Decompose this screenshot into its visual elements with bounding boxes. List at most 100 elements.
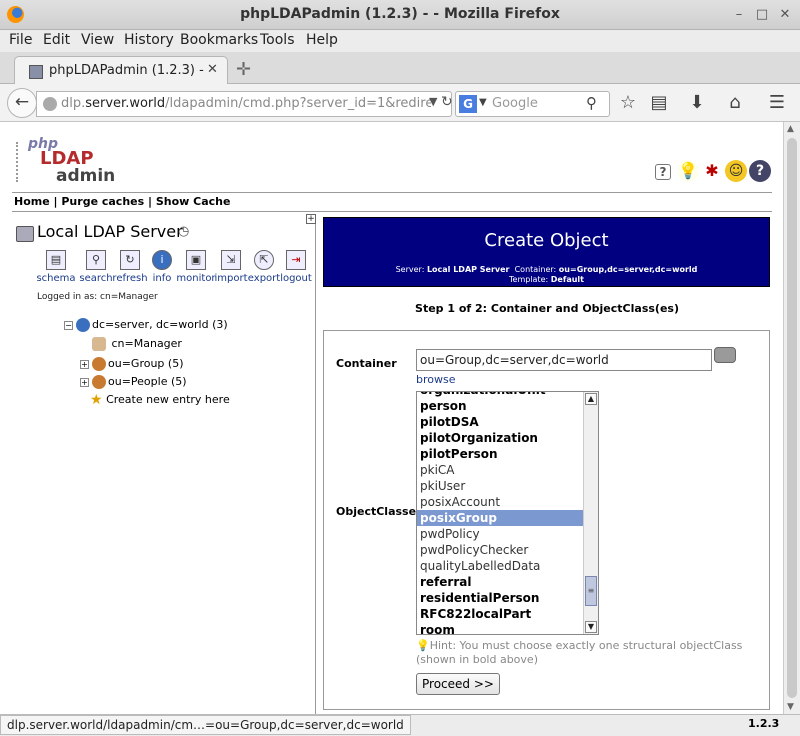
show-cache-link[interactable]: Show Cache — [156, 195, 231, 208]
question-icon[interactable]: ? — [749, 160, 771, 182]
expand-icon[interactable]: + — [80, 359, 89, 369]
scroll-up-icon[interactable]: ▲ — [787, 124, 794, 134]
status-url: dlp.server.world/ldapadmin/cm…=ou=Group,… — [0, 715, 411, 735]
container-input[interactable] — [416, 349, 712, 371]
server-tree-panel: + Local LDAP Server ◷ ▤ schema ⚲ search ↻ r… — [8, 214, 316, 714]
tree-item-label[interactable]: Create new entry here — [106, 393, 230, 406]
tool-schema[interactable]: ▤ schema — [36, 250, 76, 284]
browse-link[interactable]: browse — [416, 373, 456, 386]
create-object-header: Create Object Server: Local LDAP Server … — [323, 217, 770, 287]
tree-item-label[interactable]: cn=Manager — [112, 337, 182, 350]
menu-tools[interactable]: Tools — [260, 32, 295, 48]
tab-strip: phpLDAPadmin (1.2.3) - ✕ ✛ — [0, 52, 800, 84]
objectclass-option[interactable]: pilotDSA — [417, 414, 583, 430]
download-icon[interactable]: ⬇ — [686, 92, 708, 113]
close-window-button[interactable]: ✕ — [778, 8, 792, 22]
menu-edit[interactable]: Edit — [43, 32, 70, 48]
group-icon — [92, 375, 106, 389]
objectclass-option[interactable]: residentialPerson — [417, 590, 583, 606]
tree-item-manager[interactable]: cn=Manager — [92, 337, 182, 351]
objectclass-option[interactable]: organizationalUnit — [417, 392, 583, 398]
objectclass-option[interactable]: room — [417, 622, 583, 634]
tree-item-label[interactable]: ou=Group (5) — [108, 357, 184, 370]
help-icon[interactable]: ? — [655, 164, 671, 180]
objectclass-option[interactable]: pkiCA — [417, 462, 583, 478]
objectclasses-select[interactable]: organizationalUnitpersonpilotDSApilotOrg… — [416, 391, 599, 635]
new-tab-button[interactable]: ✛ — [236, 59, 251, 80]
maximize-button[interactable]: □ — [755, 8, 769, 22]
reload-icon[interactable]: ↻ — [441, 94, 453, 110]
tree-item-group[interactable]: + ou=Group (5) — [80, 357, 184, 371]
tree-item-create[interactable]: ★ Create new entry here — [90, 392, 230, 408]
tool-logout[interactable]: ⇥ logout — [276, 250, 316, 284]
page-scroll-thumb[interactable] — [787, 138, 797, 698]
menu-view[interactable]: View — [81, 32, 114, 48]
scroll-down-icon[interactable]: ▼ — [787, 702, 794, 712]
tool-label: logout — [280, 273, 312, 284]
home-icon[interactable]: ⌂ — [724, 92, 746, 113]
search-icon: ⚲ — [86, 250, 106, 270]
globe-icon — [43, 97, 57, 111]
objectclass-option[interactable]: pkiUser — [417, 478, 583, 494]
collapse-icon[interactable]: − — [64, 320, 73, 330]
objectclass-option[interactable]: pilotPerson — [417, 446, 583, 462]
objectclass-option[interactable]: pwdPolicy — [417, 526, 583, 542]
scroll-up-icon[interactable]: ▲ — [585, 393, 597, 405]
objectclass-option[interactable]: pwdPolicyChecker — [417, 542, 583, 558]
url-bar[interactable]: dlp.server.world/ldapadmin/cmd.php?serve… — [36, 91, 453, 117]
url-text[interactable]: dlp.server.world/ldapadmin/cmd.php?serve… — [61, 96, 431, 111]
menu-help[interactable]: Help — [306, 32, 338, 48]
google-engine-icon[interactable]: G — [459, 95, 477, 113]
tool-label: monitor — [176, 273, 216, 284]
url-dropdown-icon[interactable]: ▼ — [429, 95, 437, 108]
objectclass-option[interactable]: person — [417, 398, 583, 414]
reading-list-icon[interactable]: ▤ — [648, 92, 670, 113]
tab-phpldapadmin[interactable]: phpLDAPadmin (1.2.3) - ✕ — [14, 56, 228, 84]
menu-file[interactable]: File — [9, 32, 32, 48]
create-object-form: Container browse ObjectClasses organizat… — [323, 330, 770, 710]
page-scrollbar[interactable]: ▲ ▼ — [783, 122, 800, 714]
lightbulb-icon[interactable]: 💡 — [677, 160, 699, 182]
logo-admin: admin — [56, 166, 116, 186]
scroll-thumb[interactable]: ≡ — [585, 576, 597, 606]
list-scrollbar[interactable]: ▲ ≡ ▼ — [583, 392, 598, 634]
objectclass-option[interactable]: referral — [417, 574, 583, 590]
menu-history[interactable]: History — [124, 32, 174, 48]
smiley-icon[interactable]: ☺ — [725, 160, 747, 182]
objectclass-option[interactable]: posixAccount — [417, 494, 583, 510]
objectclass-option[interactable]: posixGroup — [417, 510, 583, 526]
clock-icon: ◷ — [178, 224, 190, 239]
minimize-button[interactable]: – — [732, 8, 746, 22]
search-box[interactable]: G ▼ Google ⚲ — [455, 91, 610, 117]
menu-hamburger-icon[interactable]: ☰ — [766, 92, 788, 113]
proceed-button[interactable]: Proceed >> — [416, 673, 500, 695]
objectclass-option[interactable]: pilotOrganization — [417, 430, 583, 446]
expand-icon[interactable]: + — [80, 377, 89, 387]
menu-bookmarks[interactable]: Bookmarks — [180, 32, 258, 48]
bug-icon[interactable]: ✱ — [701, 160, 723, 182]
tree-item-people[interactable]: + ou=People (5) — [80, 375, 187, 389]
panel-expand-icon[interactable]: + — [306, 214, 316, 224]
engine-dropdown-icon[interactable]: ▼ — [479, 97, 487, 108]
tool-monitor[interactable]: ▣ monitor — [176, 250, 216, 284]
tab-close-icon[interactable]: ✕ — [207, 62, 218, 77]
tree-item-label[interactable]: ou=People (5) — [108, 375, 187, 388]
objectclass-option[interactable]: RFC822localPart — [417, 606, 583, 622]
menu-bar: File Edit View History Bookmarks Tools H… — [0, 30, 800, 52]
back-button[interactable]: ← — [7, 88, 37, 118]
window-titlebar: phpLDAPadmin (1.2.3) - - Mozilla Firefox… — [0, 0, 800, 30]
purge-caches-link[interactable]: Purge caches — [61, 195, 144, 208]
binoculars-icon[interactable] — [714, 347, 736, 363]
logout-icon: ⇥ — [286, 250, 306, 270]
server-icon — [16, 226, 34, 242]
objectclass-option[interactable]: qualityLabelledData — [417, 558, 583, 574]
tree-root[interactable]: − dc=server, dc=world (3) — [64, 318, 228, 332]
create-object-subheader: Server: Local LDAP Server Container: ou=… — [395, 265, 698, 284]
search-icon[interactable]: ⚲ — [586, 94, 597, 112]
home-link[interactable]: Home — [14, 195, 50, 208]
tree-root-label[interactable]: dc=server, dc=world (3) — [92, 318, 228, 331]
phpldapadmin-logo: php LDAP admin — [16, 136, 136, 186]
scroll-down-icon[interactable]: ▼ — [585, 621, 597, 633]
server-name[interactable]: Local LDAP Server — [37, 222, 183, 241]
bookmark-star-icon[interactable]: ☆ — [617, 92, 639, 113]
